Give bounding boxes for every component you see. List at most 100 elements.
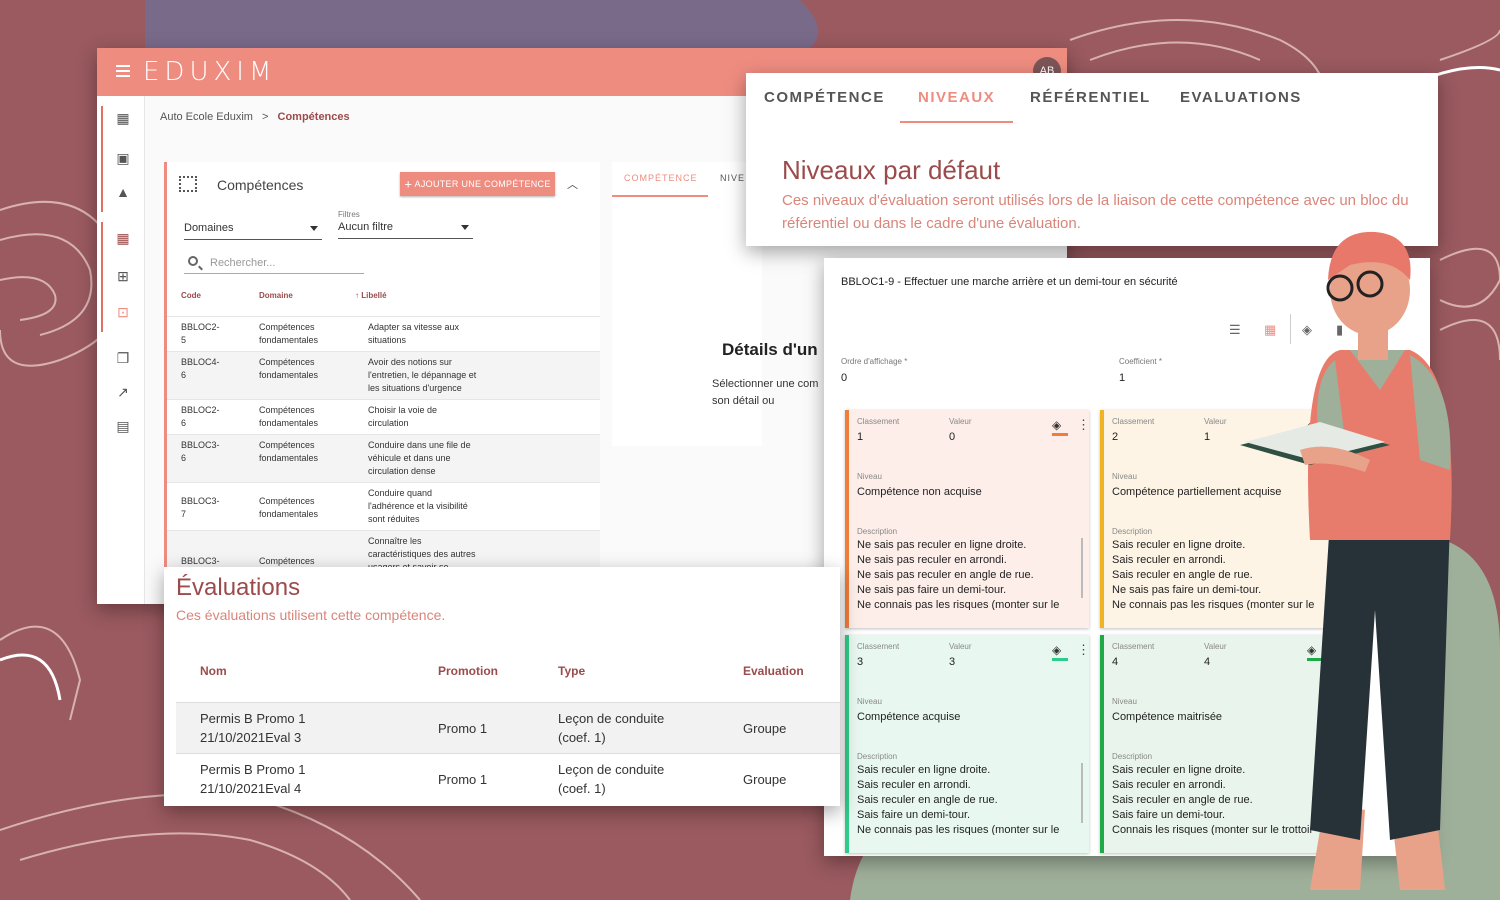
classement-field[interactable]: 2: [1112, 431, 1118, 443]
cell-label: Avoir des notions sur l'entretien, le dé…: [368, 357, 477, 393]
active-tab-indicator: [900, 121, 1013, 123]
add-competence-button[interactable]: + AJOUTER UNE COMPÉTENCE: [400, 172, 555, 196]
cell-promotion: Promo 1: [438, 721, 488, 736]
dashboard-icon[interactable]: ▣: [115, 150, 131, 166]
table-row[interactable]: BBLOC3- 7 Compétences fondamentales Cond…: [167, 482, 600, 530]
panel-title: Compétences: [217, 177, 304, 193]
coefficient-label: Coefficient *: [1119, 357, 1162, 366]
trending-icon[interactable]: ↗: [115, 384, 131, 400]
table-row[interactable]: BBLOC2- 6 Compétences fondamentales Choi…: [167, 399, 600, 434]
column-header-domain[interactable]: Domaine: [259, 291, 293, 300]
tab-niveaux[interactable]: NIVEAUX: [918, 89, 995, 106]
description-label: Description: [1112, 527, 1153, 536]
order-field[interactable]: 0: [841, 372, 847, 384]
column-header-code[interactable]: Code: [181, 291, 201, 300]
classement-label: Classement: [857, 642, 900, 651]
filter-select[interactable]: Aucun filtre: [338, 221, 473, 239]
breadcrumb-root[interactable]: Auto Ecole Eduxim: [160, 111, 253, 123]
scrollbar[interactable]: [1081, 538, 1083, 598]
menu-icon[interactable]: [116, 65, 130, 77]
table-row[interactable]: BBLOC3- 6 Compétences fondamentales Cond…: [167, 434, 600, 482]
niveau-field[interactable]: Compétence acquise: [857, 711, 960, 723]
tab-evaluations[interactable]: EVALUATIONS: [1180, 89, 1302, 106]
competences-list-panel: Compétences + AJOUTER UNE COMPÉTENCE ︿ D…: [164, 162, 600, 604]
chevron-up-icon[interactable]: ︿: [567, 176, 578, 192]
rail-group-indicator: [101, 222, 103, 332]
rail-group-indicator: [101, 106, 103, 212]
hierarchy-icon[interactable]: ⊞: [115, 268, 131, 284]
classement-field[interactable]: 4: [1112, 656, 1118, 668]
competence-icon[interactable]: ⊡: [115, 304, 131, 320]
niveau-field[interactable]: Compétence non acquise: [857, 486, 982, 498]
table-row[interactable]: BBLOC4- 6 Compétences fondamentales Avoi…: [167, 351, 600, 399]
paint-bucket-icon[interactable]: ◈: [1052, 418, 1068, 436]
school-building-icon[interactable]: ▦: [115, 110, 131, 126]
niveau-label: Niveau: [857, 697, 882, 706]
more-vert-icon[interactable]: ⋮: [1077, 643, 1089, 656]
search-icon: [188, 256, 198, 266]
cell-code: BBLOC2- 6: [181, 405, 220, 428]
valeur-field[interactable]: 3: [949, 656, 955, 668]
cell-code: BBLOC3- 6: [181, 440, 220, 463]
domain-select[interactable]: Domaines: [184, 222, 322, 240]
filter-label: Filtres: [338, 210, 360, 219]
table-row[interactable]: BBLOC2- 5 Compétences fondamentales Adap…: [167, 316, 600, 351]
column-header-nom[interactable]: Nom: [200, 664, 227, 678]
valeur-label: Valeur: [949, 417, 972, 426]
more-vert-icon[interactable]: ⋮: [1077, 418, 1089, 431]
niveau-label: Niveau: [857, 472, 882, 481]
app-logo[interactable]: EDUXIM: [143, 57, 276, 87]
cell-nom: Permis B Promo 1 21/10/2021Eval 4: [200, 762, 306, 796]
cell-code: BBLOC2- 5: [181, 322, 220, 345]
paint-bucket-icon[interactable]: ◈: [1052, 643, 1068, 661]
graduation-cap-icon[interactable]: ▲: [115, 184, 131, 200]
cell-code: BBLOC4- 6: [181, 357, 220, 380]
tab-competence[interactable]: COMPÉTENCE: [624, 173, 698, 183]
valeur-field[interactable]: 4: [1204, 656, 1210, 668]
column-header-promotion[interactable]: Promotion: [438, 664, 498, 678]
table-row[interactable]: Permis B Promo 1 21/10/2021Eval 3 Promo …: [176, 702, 840, 753]
valeur-field[interactable]: 0: [949, 431, 955, 443]
tab-competence[interactable]: COMPÉTENCE: [764, 89, 885, 106]
niveau-label: Niveau: [1112, 697, 1137, 706]
tab-referentiel[interactable]: RÉFÉRENTIEL: [1030, 89, 1151, 106]
level-card[interactable]: Classement Valeur 3 3 ◈ ⋮ Niveau Compétence acq…: [845, 635, 1089, 853]
side-rail: ▦ ▣ ▲ ▦ ⊞ ⊡ ❐ ↗ ▤: [97, 96, 145, 604]
plus-icon: +: [404, 176, 413, 192]
cell-label: Conduire quand l'adhérence et la visibil…: [368, 488, 468, 524]
cell-domain: Compétences fondamentales: [259, 440, 319, 463]
bar-chart-icon[interactable]: ▤: [115, 418, 131, 434]
niveau-label: Niveau: [1112, 472, 1137, 481]
cell-promotion: Promo 1: [438, 772, 488, 787]
filter-select-value: Aucun filtre: [338, 221, 394, 233]
description-label: Description: [857, 527, 898, 536]
detail-title: Détails d'un: [722, 340, 818, 359]
classement-label: Classement: [857, 417, 900, 426]
search-input[interactable]: Rechercher...: [184, 254, 364, 274]
active-tab-indicator: [612, 195, 708, 197]
cell-domain: Compétences fondamentales: [259, 322, 319, 345]
tab-niveaux[interactable]: NIVE: [720, 173, 745, 183]
description-field[interactable]: Sais reculer en ligne droite. Sais recul…: [857, 763, 1079, 835]
cell-domain: Compétences fondamentales: [259, 405, 319, 428]
library-icon[interactable]: ❐: [115, 350, 131, 366]
niveau-field[interactable]: Compétence maitrisée: [1112, 711, 1222, 723]
evaluations-subtitle: Ces évaluations utilisent cette compéten…: [176, 607, 446, 623]
description-field[interactable]: Ne sais pas reculer en ligne droite. Ne …: [857, 538, 1079, 610]
cell-evaluation: Groupe: [743, 721, 787, 736]
grid-apps-icon[interactable]: ▦: [115, 230, 131, 246]
level-card[interactable]: Classement Valeur 1 0 ◈ ⋮ Niveau Compétence non…: [845, 410, 1089, 628]
list-view-icon[interactable]: ☰: [1229, 322, 1241, 338]
breadcrumb: Auto Ecole Eduxim > Compétences: [160, 111, 350, 123]
cell-code: BBLOC3- 7: [181, 496, 220, 519]
column-header-type[interactable]: Type: [558, 664, 585, 678]
classement-field[interactable]: 1: [857, 431, 863, 443]
column-header-evaluation[interactable]: Evaluation: [743, 664, 804, 678]
scrollbar[interactable]: [1081, 763, 1083, 823]
valeur-field[interactable]: 1: [1204, 431, 1210, 443]
column-header-label[interactable]: ↑ Libellé: [355, 291, 387, 300]
classement-field[interactable]: 3: [857, 656, 863, 668]
description-label: Description: [1112, 752, 1153, 761]
table-row[interactable]: Permis B Promo 1 21/10/2021Eval 4 Promo …: [176, 753, 840, 804]
coefficient-field[interactable]: 1: [1119, 372, 1125, 384]
